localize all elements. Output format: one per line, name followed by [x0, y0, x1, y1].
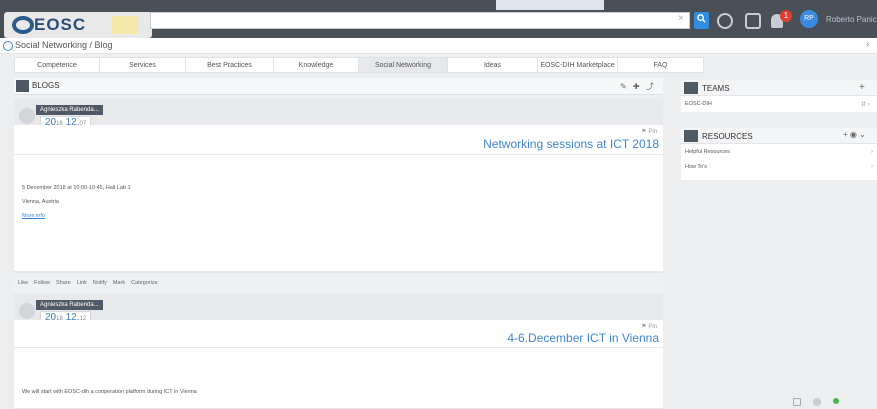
author-tag[interactable]: Agnieszka Rabenda...	[36, 300, 103, 310]
resource-item[interactable]: Helpful Resources	[685, 149, 730, 155]
tab-social-networking[interactable]: Social Networking	[359, 57, 448, 73]
tab-competence[interactable]: Competence	[14, 57, 100, 73]
divider	[14, 154, 663, 155]
share-button[interactable]: Share	[56, 280, 71, 286]
notify-button[interactable]: Notify	[93, 280, 107, 286]
teams-panel: TEAMS + EOSC-DIH ⇵ ›	[681, 80, 877, 112]
avatar[interactable]: RP	[800, 10, 818, 28]
user-name[interactable]: Roberto Panichi	[826, 15, 877, 24]
follow-button[interactable]: Follow	[34, 280, 50, 286]
flag-icon	[112, 16, 138, 34]
logo[interactable]: EOSC	[4, 12, 152, 38]
author-avatar[interactable]	[19, 108, 35, 124]
team-item[interactable]: EOSC-DIH	[685, 101, 712, 107]
blogs-header: BLOGS ✎ ✚ ⤴	[14, 78, 663, 95]
apps-icon[interactable]	[745, 13, 761, 29]
pin-button[interactable]: ⚑ Pin	[641, 323, 657, 330]
tab-ideas[interactable]: Ideas	[448, 57, 538, 73]
resources-icon	[684, 130, 698, 142]
notification-badge: 1	[780, 10, 792, 22]
post-text-line: 5 December 2018 at 10:00-10:45, Hall Lab…	[22, 185, 131, 191]
post-title[interactable]: 4-6.December ICT in Vienna	[507, 331, 659, 345]
chevron-right-icon[interactable]: ›	[871, 149, 873, 155]
teams-icon	[684, 82, 698, 94]
breadcrumb-bar: Social Networking / Blog ›	[0, 38, 877, 54]
divider	[14, 347, 663, 348]
online-status-icon	[833, 398, 839, 404]
resources-title: RESOURCES	[702, 132, 753, 141]
logo-text: EOSC	[34, 15, 87, 34]
search-input[interactable]	[150, 12, 690, 29]
post-title[interactable]: Networking sessions at ICT 2018	[483, 137, 659, 151]
pin-button[interactable]: ⚑ Pin	[641, 128, 657, 135]
chevron-right-icon[interactable]: ›	[866, 39, 869, 50]
teams-title: TEAMS	[702, 84, 730, 93]
topbar-highlight	[496, 0, 604, 10]
chevron-right-icon[interactable]: ›	[871, 164, 873, 170]
tab-best-practices[interactable]: Best Practices	[186, 57, 274, 73]
blogs-title: BLOGS	[32, 81, 60, 90]
search-button[interactable]	[694, 12, 709, 29]
author-tag[interactable]: Agnieszka Rabenda...	[36, 105, 103, 115]
blog-icon	[16, 80, 29, 92]
print-icon[interactable]	[793, 398, 801, 406]
post-text-line: Vienna, Austria	[22, 199, 59, 205]
search-clear-icon[interactable]: ×	[678, 13, 684, 24]
logo-mark-icon	[12, 16, 34, 34]
team-item-actions[interactable]: ⇵ ›	[861, 101, 870, 108]
categorize-button[interactable]: Categorize	[131, 280, 158, 286]
more-info-link[interactable]: More info	[22, 213, 45, 219]
link-button[interactable]: Link	[77, 280, 87, 286]
main-nav: Competence Services Best Practices Knowl…	[14, 57, 704, 73]
post-card: ⚑ Pin Networking sessions at ICT 2018 5 …	[14, 125, 663, 272]
tab-eosc-dih-marketplace[interactable]: EOSC-DIH Marketplace	[538, 57, 618, 73]
resources-header: RESOURCES + ◉ ⌄	[681, 128, 877, 144]
search-icon	[697, 14, 706, 23]
author-avatar[interactable]	[19, 303, 35, 319]
tab-faq[interactable]: FAQ	[618, 57, 704, 73]
add-team-button[interactable]: +	[859, 82, 865, 93]
resource-item[interactable]: How To's	[685, 164, 707, 170]
post-card: ⚑ Pin 4-6.December ICT in Vienna We will…	[14, 320, 663, 409]
like-button[interactable]: Like	[18, 280, 28, 286]
top-bar: EOSC × 1 RP Roberto Panichi	[0, 0, 877, 38]
post-actions: Like Follow Share Link Notify Mark Categ…	[14, 272, 663, 292]
post-meta-band: Agnieszka Rabenda... 2018 12.07	[14, 99, 663, 128]
mark-button[interactable]: Mark	[113, 280, 125, 286]
post-text-line: We will start with EOSC-dih a cooperatio…	[22, 389, 197, 395]
settings-icon[interactable]	[717, 13, 733, 29]
teams-header: TEAMS +	[681, 80, 877, 96]
tab-services[interactable]: Services	[100, 57, 186, 73]
home-icon[interactable]	[3, 41, 13, 51]
post-meta-band: Agnieszka Rabenda... 2018 12.12	[14, 294, 663, 323]
blogs-tools[interactable]: ✎ ✚ ⤴	[620, 81, 656, 92]
info-icon[interactable]	[813, 398, 821, 406]
resources-tools[interactable]: + ◉ ⌄	[843, 130, 866, 139]
tab-knowledge[interactable]: Knowledge	[274, 57, 359, 73]
bottom-toolbar	[793, 398, 851, 406]
breadcrumb[interactable]: Social Networking / Blog	[15, 40, 113, 50]
resources-panel: RESOURCES + ◉ ⌄ Helpful Resources › How …	[681, 128, 877, 180]
